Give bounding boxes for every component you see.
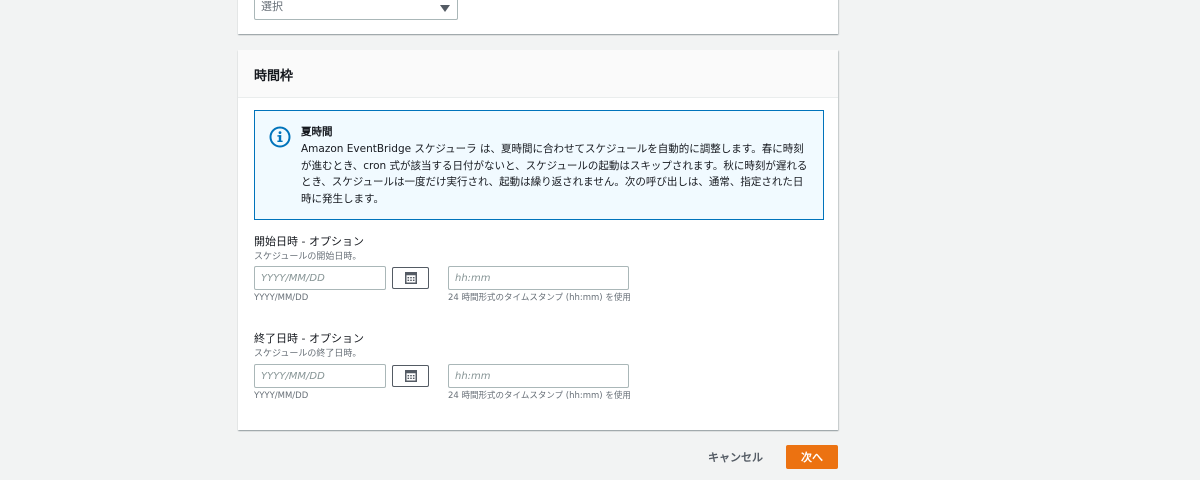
start-date-calendar-button[interactable] xyxy=(392,267,429,289)
end-date-input[interactable] xyxy=(254,364,386,388)
cancel-button[interactable]: キャンセル xyxy=(700,445,771,469)
end-datetime-label: 終了日時 - オプション xyxy=(254,332,364,345)
start-time-hint: 24 時間形式のタイムスタンプ (hh:mm) を使用 xyxy=(448,293,631,303)
info-body: Amazon EventBridge スケジューラ は、夏時間に合わせてスケジュ… xyxy=(301,143,808,205)
end-date-hint: YYYY/MM/DD xyxy=(254,391,309,401)
page: 選択 時間枠 夏時間 Amazon EventBridge スケジューラ は、夏… xyxy=(0,0,1200,480)
start-datetime-description: スケジュールの開始日時。 xyxy=(254,252,362,262)
panel-header: 時間枠 xyxy=(238,50,838,98)
panel-title: 時間枠 xyxy=(254,69,294,84)
start-date-hint: YYYY/MM/DD xyxy=(254,293,309,303)
start-time-input[interactable] xyxy=(448,266,629,290)
info-icon xyxy=(269,126,291,148)
timeframe-panel: 時間枠 夏時間 Amazon EventBridge スケジューラ は、夏時間に… xyxy=(238,50,838,430)
end-time-input[interactable] xyxy=(448,364,629,388)
end-time-hint: 24 時間形式のタイムスタンプ (hh:mm) を使用 xyxy=(448,391,631,401)
end-date-calendar-button[interactable] xyxy=(392,365,429,387)
select-value: 選択 xyxy=(261,0,283,13)
next-button[interactable]: 次へ xyxy=(786,445,838,469)
info-title: 夏時間 xyxy=(301,126,333,138)
select-dropdown[interactable]: 選択 xyxy=(254,0,458,20)
start-datetime-label: 開始日時 - オプション xyxy=(254,235,364,248)
start-date-input[interactable] xyxy=(254,266,386,290)
daylight-saving-info-alert: 夏時間 Amazon EventBridge スケジューラ は、夏時間に合わせて… xyxy=(254,110,824,220)
calendar-icon xyxy=(404,272,417,284)
end-datetime-description: スケジュールの終了日時。 xyxy=(254,349,362,359)
previous-panel: 選択 xyxy=(238,0,838,34)
calendar-icon xyxy=(404,370,417,382)
caret-down-icon xyxy=(440,5,450,12)
